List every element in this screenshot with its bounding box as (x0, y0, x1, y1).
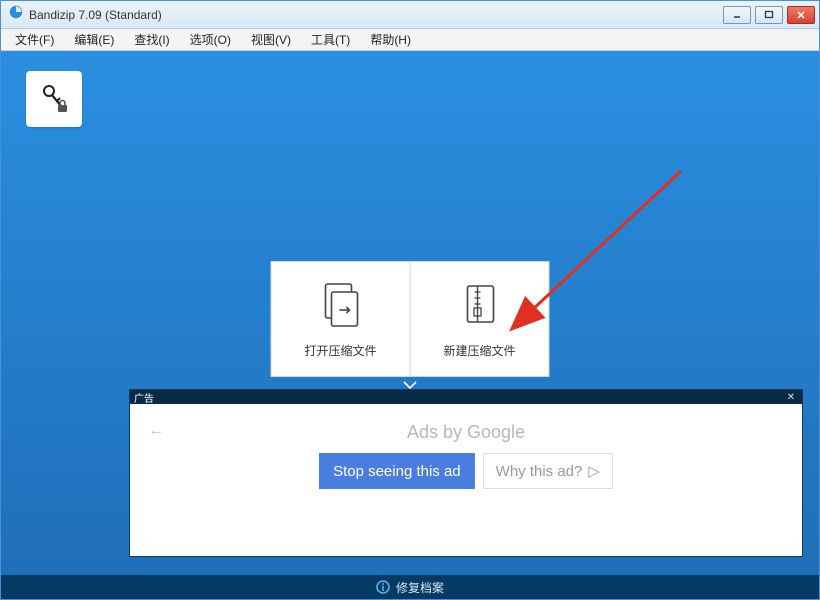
app-window: Bandizip 7.09 (Standard) 文件(F) 编辑(E) 查找(… (0, 0, 820, 600)
ad-close-button[interactable]: ✕ (784, 392, 798, 403)
titlebar: Bandizip 7.09 (Standard) (1, 1, 819, 29)
ad-panel-title: 广告 (134, 390, 784, 405)
main-actions: 打开压缩文件 新建压缩文件 (271, 261, 550, 377)
workspace: 打开压缩文件 新建压缩文件 广告 (1, 51, 819, 575)
menu-options[interactable]: 选项(O) (182, 29, 239, 50)
ad-buttons: Stop seeing this ad Why this ad? ▷ (319, 453, 613, 489)
ad-panel-header: 广告 ✕ (130, 390, 802, 404)
menu-find[interactable]: 查找(I) (126, 29, 177, 50)
menu-file[interactable]: 文件(F) (7, 29, 62, 50)
status-repair-label: 修复档案 (396, 579, 444, 596)
ad-back-button[interactable]: ← (148, 422, 164, 440)
open-archive-label: 打开压缩文件 (304, 342, 376, 359)
window-title: Bandizip 7.09 (Standard) (29, 8, 723, 22)
password-manager-button[interactable] (26, 71, 82, 127)
menu-edit[interactable]: 编辑(E) (66, 29, 122, 50)
window-controls (723, 6, 815, 24)
ads-by-prefix: Ads by (407, 422, 467, 442)
why-this-ad-label: Why this ad? (496, 463, 583, 480)
maximize-button[interactable] (755, 6, 783, 24)
stop-seeing-ad-button[interactable]: Stop seeing this ad (319, 453, 475, 489)
ad-body: ← Ads by Google Stop seeing this ad Why … (130, 404, 802, 556)
menubar: 文件(F) 编辑(E) 查找(I) 选项(O) 视图(V) 工具(T) 帮助(H… (1, 29, 819, 51)
why-this-ad-button[interactable]: Why this ad? ▷ (483, 453, 613, 489)
open-archive-icon (320, 280, 362, 328)
new-archive-icon (459, 280, 501, 328)
app-icon (9, 5, 23, 24)
key-lock-icon (37, 82, 71, 116)
close-button[interactable] (787, 6, 815, 24)
ad-panel: 广告 ✕ ← Ads by Google Stop seeing this ad… (129, 389, 803, 557)
ads-by-brand: Google (467, 422, 525, 442)
new-archive-button[interactable]: 新建压缩文件 (410, 261, 550, 377)
menu-tools[interactable]: 工具(T) (303, 29, 358, 50)
new-archive-label: 新建压缩文件 (443, 342, 515, 359)
open-archive-button[interactable]: 打开压缩文件 (271, 261, 411, 377)
info-icon (376, 580, 390, 594)
minimize-button[interactable] (723, 6, 751, 24)
ads-by-label: Ads by Google (407, 422, 525, 443)
adchoices-icon: ▷ (588, 462, 600, 480)
menu-help[interactable]: 帮助(H) (362, 29, 419, 50)
statusbar[interactable]: 修复档案 (1, 575, 819, 599)
menu-view[interactable]: 视图(V) (243, 29, 299, 50)
